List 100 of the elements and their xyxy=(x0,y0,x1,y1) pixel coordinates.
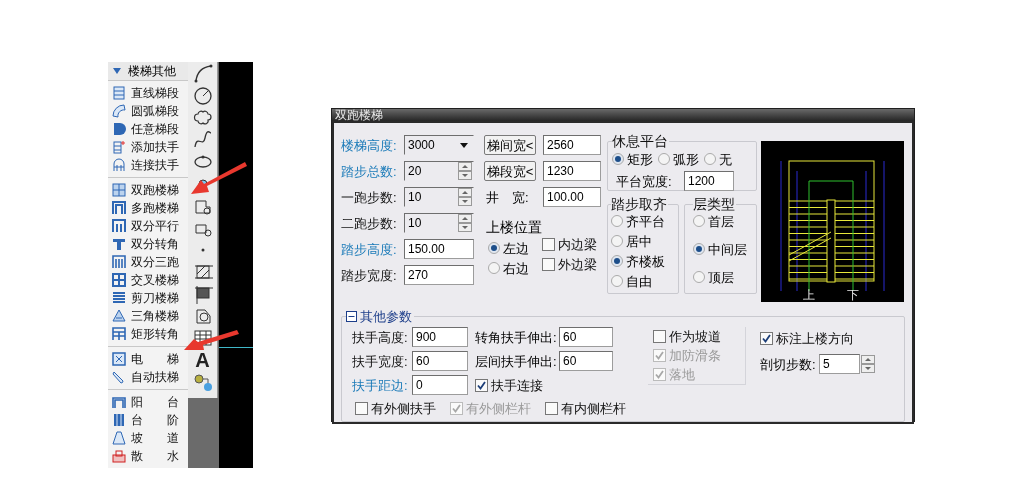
checkbox-label[interactable]: 有外侧扶手 xyxy=(371,401,436,415)
radio-label[interactable]: 顶层 xyxy=(708,270,734,284)
menu-item[interactable]: 双分平行 xyxy=(108,217,188,235)
menu-item[interactable]: 双分转角 xyxy=(108,235,188,253)
menu-item[interactable]: 散 水 xyxy=(108,447,188,465)
radio-label[interactable]: 无 xyxy=(719,152,732,166)
radio-label[interactable]: 齐楼板 xyxy=(626,254,665,268)
stair-icon xyxy=(112,183,126,197)
spin-box[interactable]: 20 xyxy=(404,161,474,181)
menu-item[interactable]: 矩形转角 xyxy=(108,325,188,343)
checkbox-label[interactable]: 有内侧栏杆 xyxy=(561,401,626,415)
radio-button[interactable] xyxy=(693,215,705,227)
checkbox-label[interactable]: 标注上楼方向 xyxy=(776,331,854,345)
radio-label[interactable]: 弧形 xyxy=(673,152,699,166)
input-field[interactable]: 100.00 xyxy=(543,187,601,207)
menu-item[interactable]: 坡 道 xyxy=(108,429,188,447)
menu-item[interactable]: 圆弧梯段 xyxy=(108,102,188,120)
menu-item[interactable]: 交叉楼梯 xyxy=(108,271,188,289)
input-field[interactable]: 900 xyxy=(412,327,468,347)
menu-item[interactable]: 自动扶梯 xyxy=(108,368,188,386)
checkbox[interactable] xyxy=(545,401,558,415)
radio-button[interactable] xyxy=(611,235,623,247)
input-field[interactable]: 270 xyxy=(404,265,474,285)
checkbox[interactable] xyxy=(542,257,555,271)
stair-icon xyxy=(112,219,126,233)
radio-button[interactable] xyxy=(611,215,623,227)
menu-item[interactable]: 添加扶手 xyxy=(108,138,188,156)
stair-icon xyxy=(112,201,126,215)
checkbox[interactable] xyxy=(355,401,368,415)
pick-button[interactable]: 梯间宽< xyxy=(484,135,536,155)
radio-label[interactable]: 居中 xyxy=(626,234,652,248)
curve-icon xyxy=(192,130,213,150)
radio-button[interactable] xyxy=(488,242,500,254)
field-label: 踏步宽度: xyxy=(341,268,398,282)
menu-item[interactable]: 阳 台 xyxy=(108,393,188,411)
spin-box[interactable]: 10 xyxy=(404,187,474,207)
input-field[interactable]: 1200 xyxy=(684,171,734,191)
radio-button[interactable] xyxy=(693,271,705,283)
menu-item[interactable]: 直线梯段 xyxy=(108,84,188,102)
checkbox-label[interactable]: 作为坡道 xyxy=(669,330,721,343)
input-field[interactable]: 1230 xyxy=(543,161,601,181)
text-tool-glyph[interactable]: A xyxy=(195,350,210,370)
menu-item[interactable]: 任意梯段 xyxy=(108,120,188,138)
checkbox-label[interactable]: 外边梁 xyxy=(558,257,597,271)
spin-box[interactable]: 10 xyxy=(404,213,474,233)
input-field[interactable]: 2560 xyxy=(543,135,601,155)
radio-button[interactable] xyxy=(693,243,705,255)
checkbox-label[interactable]: 扶手连接 xyxy=(491,378,543,392)
radio-label[interactable]: 齐平台 xyxy=(626,214,665,228)
checkbox[interactable] xyxy=(760,331,773,345)
radio-label[interactable]: 左边 xyxy=(503,241,529,255)
radio-label[interactable]: 右边 xyxy=(503,261,529,275)
input-field[interactable]: 150.00 xyxy=(404,239,474,259)
group-title: 踏步取齐 xyxy=(611,197,668,211)
cloud-icon xyxy=(192,108,213,128)
collapse-icon[interactable] xyxy=(346,311,357,322)
radio-button[interactable] xyxy=(611,255,623,267)
field-label: 扶手高度: xyxy=(352,330,409,344)
field-label: 踏步总数: xyxy=(341,164,398,178)
radio-button[interactable] xyxy=(488,262,500,274)
input-field[interactable]: 60 xyxy=(559,327,613,347)
checkbox-label[interactable]: 内边梁 xyxy=(558,237,597,251)
menu-item[interactable]: 多跑楼梯 xyxy=(108,199,188,217)
pick-button[interactable]: 梯段宽< xyxy=(484,161,536,181)
combo-box[interactable]: 3000 xyxy=(404,135,474,155)
checkbox[interactable] xyxy=(542,237,555,251)
menu-item[interactable]: 连接扶手 xyxy=(108,156,188,174)
field-label: 转角扶手伸出: xyxy=(475,330,558,344)
menu-item[interactable]: 双跑楼梯 xyxy=(108,181,188,199)
field-label: 一跑步数: xyxy=(341,190,398,204)
radio-button[interactable] xyxy=(658,153,670,165)
spinner-icon xyxy=(458,188,472,206)
input-field[interactable]: 60 xyxy=(559,351,613,371)
radio-label[interactable]: 矩形 xyxy=(627,152,653,166)
radio-button[interactable] xyxy=(611,275,623,287)
handrail-icon xyxy=(112,140,126,154)
radio-label[interactable]: 自由 xyxy=(626,274,652,288)
dropdown-caret-icon xyxy=(459,141,469,149)
checkbox[interactable] xyxy=(653,330,666,343)
stair-icon xyxy=(112,255,126,269)
menu-item[interactable]: 双分三跑 xyxy=(108,253,188,271)
annotation-arrow xyxy=(184,330,240,351)
checkbox[interactable] xyxy=(475,378,488,392)
radio-button[interactable] xyxy=(612,153,624,165)
menu-item[interactable]: 台 阶 xyxy=(108,411,188,429)
menu-item[interactable]: 三角楼梯 xyxy=(108,307,188,325)
arc-stair-icon xyxy=(112,104,126,118)
menu-item[interactable]: 剪刀楼梯 xyxy=(108,289,188,307)
group-title: 其他参数 xyxy=(360,310,412,323)
radio-label[interactable]: 首层 xyxy=(708,214,734,228)
radio-button[interactable] xyxy=(704,153,716,165)
radio-label[interactable]: 中间层 xyxy=(708,242,747,256)
group-title: 层类型 xyxy=(693,197,736,211)
input-field[interactable]: 60 xyxy=(412,351,468,371)
menu-item[interactable]: 电 梯 xyxy=(108,350,188,368)
field-label: 平台宽度: xyxy=(615,174,673,188)
group-title: 上楼位置 xyxy=(485,220,542,237)
input-field[interactable]: 0 xyxy=(412,375,468,395)
stair-icon xyxy=(112,327,126,341)
menu-header[interactable]: 楼梯其他 xyxy=(108,62,188,81)
